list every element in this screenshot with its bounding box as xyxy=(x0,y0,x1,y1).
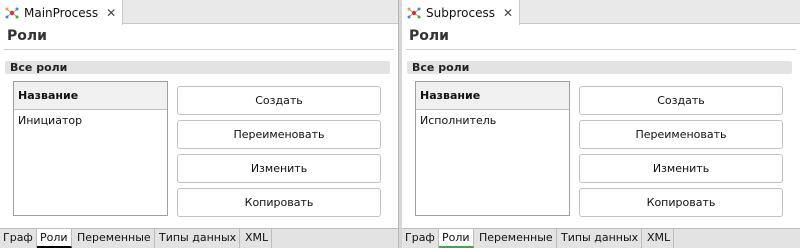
copy-button[interactable]: Копировать xyxy=(579,188,783,217)
tab-variables[interactable]: Переменные xyxy=(74,229,155,248)
rename-button[interactable]: Переименовать xyxy=(177,120,381,149)
editor-tabstrip: Subprocess ✕ xyxy=(402,0,800,25)
tab-roles[interactable]: Роли xyxy=(37,229,72,248)
edit-button[interactable]: Изменить xyxy=(177,154,381,183)
editor-tabstrip: MainProcess ✕ xyxy=(0,0,398,25)
table-row[interactable]: Инициатор xyxy=(14,110,167,132)
create-button[interactable]: Создать xyxy=(177,86,381,115)
edit-button[interactable]: Изменить xyxy=(579,154,783,183)
process-diagram-icon xyxy=(407,7,421,18)
section-divider xyxy=(406,49,796,50)
group-label: Все роли xyxy=(5,61,390,74)
tab-graph[interactable]: Граф xyxy=(0,229,37,248)
group-label: Все роли xyxy=(407,61,792,74)
process-diagram-icon xyxy=(5,7,19,18)
create-button[interactable]: Создать xyxy=(579,86,783,115)
editor-tab-subprocess[interactable]: Subprocess ✕ xyxy=(402,0,521,25)
action-buttons: Создать Переименовать Изменить Копироват… xyxy=(579,86,783,222)
tab-roles[interactable]: Роли xyxy=(439,229,474,248)
editor-tab-title: Subprocess xyxy=(426,5,495,20)
action-buttons: Создать Переименовать Изменить Копироват… xyxy=(177,86,381,222)
roles-table[interactable]: Название Инициатор xyxy=(13,81,168,216)
tab-data-types[interactable]: Типы данных xyxy=(156,229,241,248)
tab-graph[interactable]: Граф xyxy=(402,229,439,248)
section-title: Роли xyxy=(7,28,47,44)
rename-button[interactable]: Переименовать xyxy=(579,120,783,149)
tab-xml[interactable]: XML xyxy=(644,229,675,248)
table-row[interactable]: Исполнитель xyxy=(416,110,569,132)
editor-panel-subprocess: Subprocess ✕ Роли Все роли Название Испо… xyxy=(402,0,800,248)
editor-tab-mainprocess[interactable]: MainProcess ✕ xyxy=(0,0,124,25)
section-title: Роли xyxy=(409,28,449,44)
close-icon[interactable]: ✕ xyxy=(106,6,116,20)
copy-button[interactable]: Копировать xyxy=(177,188,381,217)
bottom-tab-bar: Граф Роли Переменные Типы данных XML xyxy=(0,228,398,248)
editor-panel-mainprocess: MainProcess ✕ Роли Все роли Название Ини… xyxy=(0,0,398,248)
table-column-header[interactable]: Название xyxy=(416,82,569,110)
tab-data-types[interactable]: Типы данных xyxy=(558,229,643,248)
roles-table[interactable]: Название Исполнитель xyxy=(415,81,570,216)
section-divider xyxy=(4,49,394,50)
tab-variables[interactable]: Переменные xyxy=(476,229,557,248)
tab-xml[interactable]: XML xyxy=(242,229,273,248)
table-column-header[interactable]: Название xyxy=(14,82,167,110)
close-icon[interactable]: ✕ xyxy=(503,6,513,20)
editor-tab-title: MainProcess xyxy=(24,5,99,20)
bottom-tab-bar: Граф Роли Переменные Типы данных XML xyxy=(402,228,800,248)
